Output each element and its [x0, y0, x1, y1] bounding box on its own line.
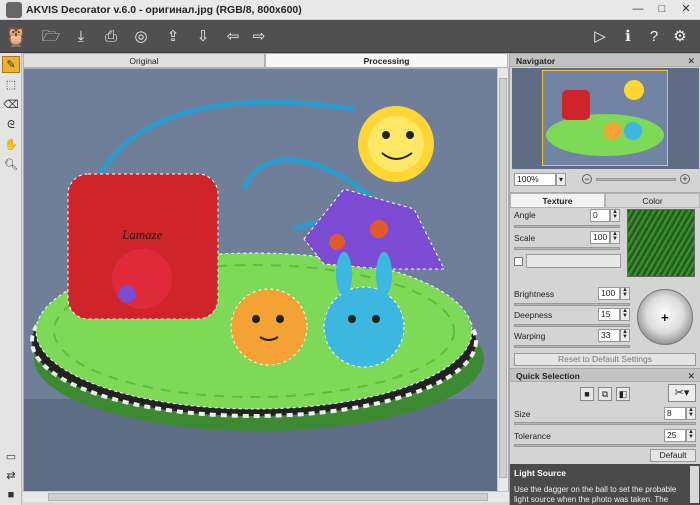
undo-icon[interactable]: ⇦	[222, 26, 244, 48]
view-mode-icon[interactable]: ▭	[2, 449, 20, 466]
vertical-scrollbar[interactable]	[497, 68, 508, 491]
quick-selection-tool-icon[interactable]: ✎	[2, 56, 20, 73]
redo-icon[interactable]: ⇨	[248, 26, 270, 48]
brightness-spinner[interactable]: ▲ ▼	[620, 287, 630, 300]
size-spinner[interactable]: ▲ ▼	[686, 407, 696, 420]
tab-color[interactable]: Color	[605, 193, 700, 208]
scale-label: Scale	[514, 233, 536, 243]
zoom-tool-icon[interactable]: 🔍︎	[2, 157, 20, 174]
maximize-button[interactable]: □	[654, 2, 670, 17]
zoom-out-icon[interactable]: −	[582, 174, 592, 184]
texture-path-field[interactable]	[526, 254, 621, 268]
navigator-close-icon[interactable]: ✕	[687, 54, 695, 68]
selection-add-icon[interactable]: ⧉	[598, 387, 612, 401]
tools-panel: ✎ ⬚ ⌫ ᘓ ✋ 🔍︎ ▭ ⇄ ■	[0, 53, 22, 505]
hand-tool-icon[interactable]: ✋	[2, 137, 20, 154]
view-tabs: Original Processing	[23, 53, 508, 68]
open-icon[interactable]: 🗁	[40, 26, 62, 48]
angle-input[interactable]: 0	[590, 209, 610, 222]
quick-selection-close-icon[interactable]: ✕	[687, 369, 695, 383]
print-icon[interactable]: ⎙	[100, 26, 122, 48]
settings-panel: Navigator ✕ 100% ▾ − + Texture Color Ang…	[509, 53, 700, 505]
zoom-dropdown-icon[interactable]: ▾	[556, 173, 566, 186]
close-button[interactable]: ✕	[678, 2, 694, 17]
minimize-button[interactable]: —	[630, 2, 646, 17]
title-bar: AKVIS Decorator v.6.0 - оригинал.jpg (RG…	[0, 0, 700, 20]
zoom-in-icon[interactable]: +	[680, 174, 690, 184]
eraser-tool-icon[interactable]: ⌫	[2, 97, 20, 114]
share-icon[interactable]: ◎	[130, 26, 152, 48]
brightness-input[interactable]: 100	[598, 287, 620, 300]
app-logo-icon	[6, 2, 22, 18]
tolerance-slider[interactable]	[514, 444, 696, 447]
selection-tool-icon[interactable]: ⬚	[2, 77, 20, 94]
scale-input[interactable]: 100	[590, 231, 610, 244]
lasso-tool-icon[interactable]: ᘓ	[2, 117, 20, 134]
selection-new-icon[interactable]: ■	[580, 387, 594, 401]
selection-subtract-icon[interactable]: ◧	[616, 387, 630, 401]
reset-defaults-button[interactable]: Reset to Default Settings	[514, 353, 696, 366]
deepness-spinner[interactable]: ▲ ▼	[620, 308, 630, 321]
quick-selection-title: Quick Selection	[516, 371, 580, 381]
deepness-slider[interactable]	[514, 324, 630, 327]
save-icon[interactable]: ⤓	[70, 26, 92, 48]
processed-photo: Lamaze	[24, 69, 498, 492]
light-source-text: Use the dagger on the ball to set the pr…	[514, 485, 677, 504]
size-input[interactable]: 8	[664, 407, 686, 420]
help-icon[interactable]: ?	[643, 26, 665, 48]
size-label: Size	[514, 409, 531, 419]
scale-slider[interactable]	[514, 247, 620, 250]
navigator-title: Navigator	[516, 56, 556, 66]
tolerance-label: Tolerance	[514, 431, 551, 441]
angle-slider[interactable]	[514, 225, 620, 228]
texture-checkbox[interactable]	[514, 257, 523, 266]
tab-processing[interactable]: Processing	[265, 53, 508, 68]
settings-icon[interactable]: ⚙	[669, 26, 691, 48]
image-canvas[interactable]: Lamaze	[23, 68, 509, 496]
horizontal-scrollbar[interactable]	[23, 491, 509, 502]
brightness-slider[interactable]	[514, 303, 630, 306]
angle-label: Angle	[514, 210, 536, 220]
warping-label: Warping	[514, 331, 546, 341]
texture-preview-thumbnail[interactable]	[627, 209, 695, 277]
light-source-ball[interactable]: +	[637, 289, 693, 345]
navigator-header: Navigator ✕	[510, 53, 700, 67]
window-title: AKVIS Decorator v.6.0 - оригинал.jpg (RG…	[26, 4, 302, 16]
help-scrollbar[interactable]	[690, 466, 699, 503]
tolerance-input[interactable]: 25	[664, 429, 686, 442]
warping-input[interactable]: 33	[598, 329, 620, 342]
warping-spinner[interactable]: ▲ ▼	[620, 329, 630, 342]
background-icon[interactable]: ■	[2, 487, 20, 504]
scale-spinner[interactable]: ▲ ▼	[610, 231, 620, 244]
scissors-icon[interactable]: ✂▾	[668, 384, 696, 402]
zoom-level[interactable]: 100%	[514, 173, 556, 186]
deepness-label: Deepness	[514, 310, 553, 320]
akvis-logo-icon: 🦉	[3, 26, 29, 48]
compare-icon[interactable]: ⇄	[2, 468, 20, 485]
default-button[interactable]: Default	[650, 449, 696, 462]
light-source-help: Light Source Use the dagger on the ball …	[510, 464, 700, 505]
angle-spinner[interactable]: ▲ ▼	[610, 209, 620, 222]
run-icon[interactable]: ▷	[589, 26, 611, 48]
quick-selection-header: Quick Selection ✕	[510, 368, 700, 382]
main-toolbar: 🦉 🗁 ⤓ ⎙ ◎ ⇪ ⇩ ⇦ ⇨ ▷ ℹ ? ⚙	[0, 20, 700, 53]
navigator-preview[interactable]	[512, 68, 699, 169]
light-source-title: Light Source	[514, 468, 566, 478]
tolerance-spinner[interactable]: ▲ ▼	[686, 429, 696, 442]
light-dagger-icon[interactable]: +	[661, 310, 669, 325]
svg-text:Lamaze: Lamaze	[121, 227, 163, 242]
import-icon[interactable]: ⇩	[192, 26, 214, 48]
tab-original[interactable]: Original	[23, 53, 265, 68]
info-icon[interactable]: ℹ	[617, 26, 639, 48]
tab-texture[interactable]: Texture	[510, 193, 605, 208]
brightness-label: Brightness	[514, 289, 555, 299]
size-slider[interactable]	[514, 422, 696, 425]
export-icon[interactable]: ⇪	[162, 26, 184, 48]
deepness-input[interactable]: 15	[598, 308, 620, 321]
warping-slider[interactable]	[514, 345, 630, 348]
zoom-slider[interactable]	[596, 178, 676, 181]
